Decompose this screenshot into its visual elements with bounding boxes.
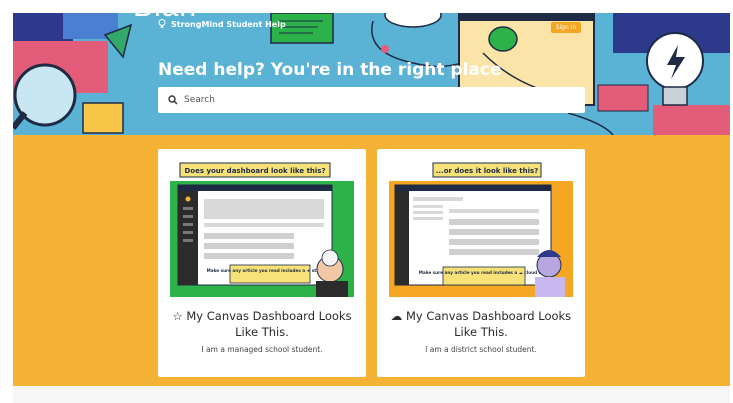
card-banner: Does your dashboard look like this? bbox=[184, 167, 325, 175]
card-title-text: My Canvas Dashboard Looks Like This. bbox=[186, 309, 352, 339]
search-bar[interactable] bbox=[158, 87, 585, 113]
card-title: ☆ My Canvas Dashboard Looks Like This. bbox=[166, 308, 358, 340]
sign-in-button[interactable]: Sign In bbox=[551, 22, 581, 33]
overlay-text: Blah bbox=[133, 0, 198, 23]
managed-student-card[interactable]: Does your dashboard look like this? Make… bbox=[158, 149, 366, 377]
card-subtitle: I am a managed school student. bbox=[201, 345, 323, 354]
card-note: Make sure any article you read includes … bbox=[207, 268, 334, 273]
hero-banner: StrongMind Student Help Sign In Need hel… bbox=[13, 13, 730, 135]
card-title: ☁ My Canvas Dashboard Looks Like This. bbox=[385, 308, 577, 340]
dashboard-choice-section: Does your dashboard look like this? Make… bbox=[13, 135, 730, 386]
district-student-card[interactable]: ...or does it look like this? Make sure … bbox=[377, 149, 585, 377]
hero-title: Need help? You're in the right place bbox=[158, 60, 502, 80]
search-icon bbox=[168, 95, 178, 105]
page: Blah StrongMind Student Help Sign In Nee… bbox=[0, 0, 733, 403]
card-subtitle: I am a district school student. bbox=[425, 345, 537, 354]
card-title-text: My Canvas Dashboard Looks Like This. bbox=[405, 309, 572, 339]
search-input[interactable] bbox=[184, 95, 564, 105]
cloud-icon: ☁ bbox=[390, 309, 403, 323]
dashboard-preview-image: Does your dashboard look like this? Make… bbox=[170, 162, 354, 297]
dashboard-preview-image: ...or does it look like this? Make sure … bbox=[389, 162, 573, 297]
star-icon: ☆ bbox=[172, 309, 183, 323]
card-banner: ...or does it look like this? bbox=[436, 167, 539, 175]
footer-strip bbox=[13, 386, 730, 403]
card-note: Make sure any article you read includes … bbox=[419, 270, 550, 275]
